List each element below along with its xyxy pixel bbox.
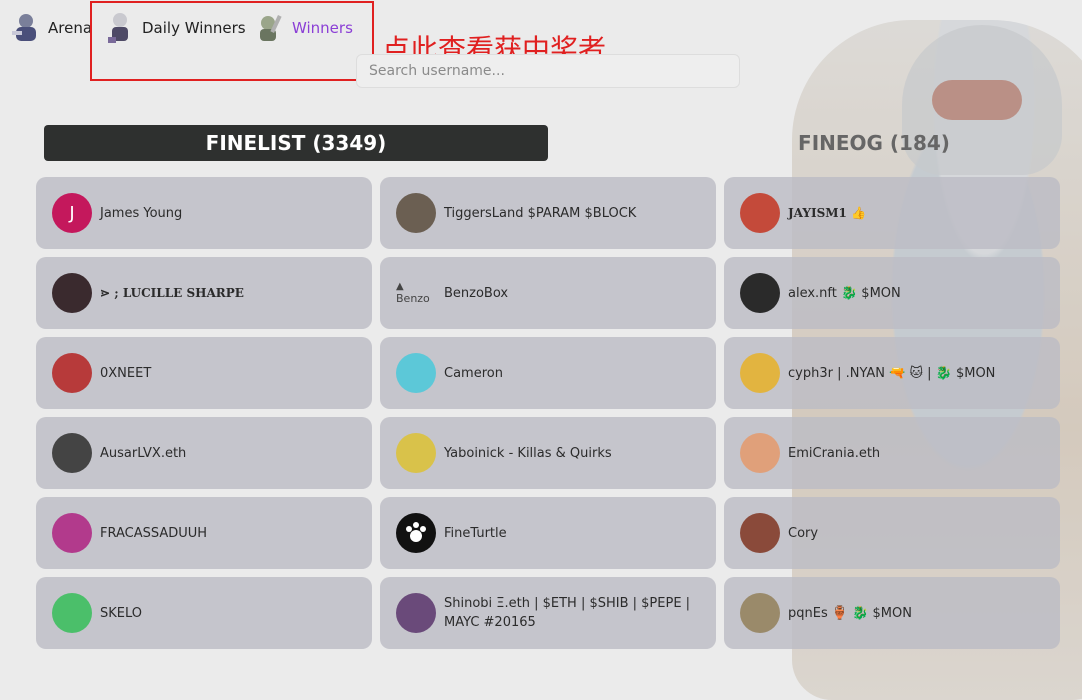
nav-arena-label: Arena	[48, 19, 93, 37]
username: Cameron	[444, 365, 503, 381]
list-item[interactable]: FRACASSADUUH	[36, 497, 372, 569]
username: SKELO	[100, 605, 143, 621]
list-item[interactable]: cyph3r | .NYAN 🔫 🐱 | 🐉 $MON	[724, 337, 1060, 409]
username: Shinobi Ξ.eth | $ETH | $SHIB | $PEPE | M…	[444, 596, 691, 630]
username: 0XNEET	[100, 365, 152, 381]
list-item[interactable]: ⋗ ; LUCILLE SHARPE	[36, 257, 372, 329]
avatar	[740, 273, 780, 313]
username: James Young	[100, 205, 183, 221]
list-item[interactable]: EmiCrania.eth	[724, 417, 1060, 489]
background-strap-art	[932, 80, 1022, 120]
avatar	[52, 273, 92, 313]
list-item[interactable]: Yaboinick - Killas & Quirks	[380, 417, 716, 489]
username: JAYISM1 👍	[788, 205, 866, 220]
avatar	[52, 513, 92, 553]
list-item[interactable]: JAYISM1 👍	[724, 177, 1060, 249]
avatar: J	[52, 193, 92, 233]
list-item[interactable]: 0XNEET	[36, 337, 372, 409]
avatar	[396, 433, 436, 473]
list-item[interactable]: AusarLVX.eth	[36, 417, 372, 489]
paw-icon	[406, 522, 426, 542]
avatar	[396, 353, 436, 393]
avatar	[740, 193, 780, 233]
avatar	[740, 513, 780, 553]
tab-finelist[interactable]: FINELIST (3349)	[44, 125, 548, 161]
arena-character-icon	[10, 11, 42, 45]
annotation-highlight-box	[90, 1, 374, 81]
list-item[interactable]: SKELO	[36, 577, 372, 649]
search-input[interactable]	[356, 54, 740, 88]
username: FRACASSADUUH	[100, 525, 208, 541]
username: EmiCrania.eth	[788, 445, 881, 461]
avatar	[396, 193, 436, 233]
list-item[interactable]: pqnEs 🏺 🐉 $MON	[724, 577, 1060, 649]
avatar	[396, 593, 436, 633]
avatar	[740, 433, 780, 473]
username: pqnEs 🏺 🐉 $MON	[788, 605, 912, 621]
broken-image-alt: Benzo	[396, 292, 430, 305]
avatar	[52, 353, 92, 393]
list-item[interactable]: J James Young	[36, 177, 372, 249]
list-item[interactable]: ▲ Benzo BenzoBox	[380, 257, 716, 329]
username: Yaboinick - Killas & Quirks	[444, 445, 612, 461]
username: cyph3r | .NYAN 🔫 🐱 | 🐉 $MON	[788, 365, 996, 381]
username: TiggersLand $PARAM $BLOCK	[444, 205, 637, 221]
username: ⋗ ; LUCILLE SHARPE	[100, 285, 244, 300]
avatar	[52, 593, 92, 633]
list-item[interactable]: FineTurtle	[380, 497, 716, 569]
list-item[interactable]: Cory	[724, 497, 1060, 569]
username: Cory	[788, 525, 819, 541]
avatar	[52, 433, 92, 473]
list-item[interactable]: TiggersLand $PARAM $BLOCK	[380, 177, 716, 249]
broken-image-icon: ▲ Benzo	[396, 281, 430, 305]
nav-arena[interactable]: Arena	[10, 10, 92, 46]
avatar	[740, 353, 780, 393]
list-item[interactable]: Shinobi Ξ.eth | $ETH | $SHIB | $PEPE | M…	[380, 577, 716, 649]
tab-fineog[interactable]: FINEOG (184)	[724, 125, 1024, 161]
avatar	[740, 593, 780, 633]
list-item[interactable]: Cameron	[380, 337, 716, 409]
list-item[interactable]: alex.nft 🐉 $MON	[724, 257, 1060, 329]
username: FineTurtle	[444, 525, 507, 541]
username: alex.nft 🐉 $MON	[788, 285, 901, 301]
avatar	[396, 513, 436, 553]
username: BenzoBox	[444, 285, 509, 301]
username: AusarLVX.eth	[100, 445, 187, 461]
